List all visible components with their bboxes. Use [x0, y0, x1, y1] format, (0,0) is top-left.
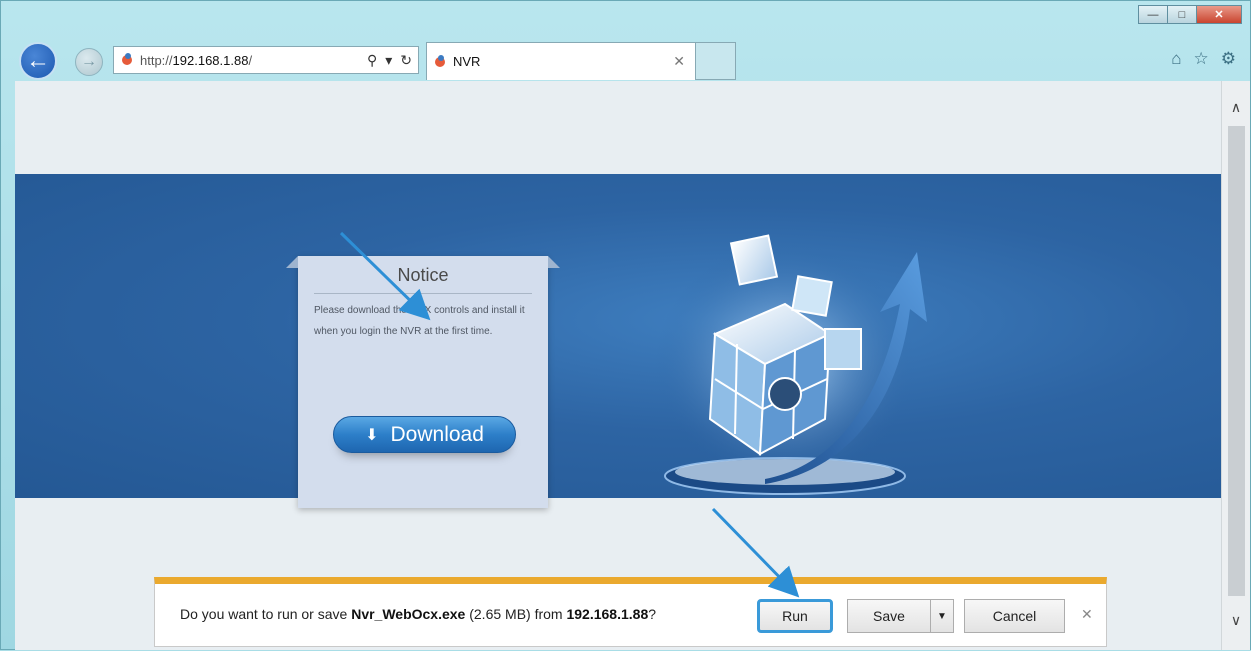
maximize-button[interactable]: □ [1167, 5, 1197, 24]
window-controls: — □ ✕ [1138, 5, 1242, 24]
address-bar[interactable]: http://192.168.1.88/ ⚲ ▾ ↻ [113, 46, 419, 74]
download-prompt: Do you want to run or save Nvr_WebOcx.ex… [180, 606, 656, 622]
back-icon: ← [26, 47, 50, 74]
prompt-end: ? [648, 606, 657, 622]
site-favicon [120, 53, 134, 67]
save-label: Save [873, 608, 905, 624]
file-name: Nvr_WebOcx.exe [351, 606, 466, 622]
back-button[interactable]: ← [19, 42, 57, 80]
tab-close-icon[interactable]: ✕ [673, 53, 685, 70]
download-icon: ⬇ [365, 426, 379, 444]
save-options-dropdown[interactable]: ▼ [930, 599, 954, 633]
save-button[interactable]: Save [847, 599, 931, 633]
url-host: 192.168.1.88 [172, 52, 249, 68]
browser-window: — □ ✕ ← → http://192.168.1.88/ ⚲ ▾ ↻ NVR… [0, 0, 1251, 650]
tab-favicon [433, 54, 447, 69]
minimize-button[interactable]: — [1138, 5, 1168, 24]
download-label: Download [390, 422, 484, 446]
search-dropdown-icon[interactable]: ▾ [385, 52, 392, 69]
prompt-start: Do you want to run or save [180, 606, 352, 622]
toolbar-icons: ⌂ ☆ ⚙ [1171, 49, 1236, 69]
home-icon[interactable]: ⌂ [1171, 49, 1181, 69]
new-tab-button[interactable] [696, 42, 736, 80]
favorites-icon[interactable]: ☆ [1194, 49, 1209, 69]
scroll-down-icon[interactable]: ∨ [1222, 608, 1250, 632]
scroll-thumb[interactable] [1228, 126, 1245, 596]
notice-panel: Notice Please download the OCX controls … [286, 256, 560, 508]
search-icon[interactable]: ⚲ [367, 52, 377, 69]
notice-title: Notice [397, 265, 449, 285]
cube-illustration [655, 234, 927, 495]
page-viewport: Notice Please download the OCX controls … [15, 81, 1221, 650]
notice-text: Please download the OCX controls and ins… [314, 305, 525, 337]
download-notification-bar: Do you want to run or save Nvr_WebOcx.ex… [154, 577, 1107, 647]
url-tail: / [248, 52, 253, 68]
tab-title: NVR [453, 54, 481, 69]
refresh-icon[interactable]: ↻ [400, 52, 412, 69]
settings-icon[interactable]: ⚙ [1221, 49, 1236, 69]
source-host: 192.168.1.88 [566, 606, 649, 622]
url-prefix: http:// [140, 52, 173, 68]
download-button[interactable]: ⬇ Download [333, 416, 516, 453]
forward-icon: → [81, 53, 97, 70]
forward-button[interactable]: → [75, 48, 103, 76]
address-actions: ⚲ ▾ ↻ [367, 52, 418, 69]
scroll-up-icon[interactable]: ∧ [1222, 95, 1250, 119]
chevron-down-icon: ▼ [937, 610, 947, 622]
vertical-scrollbar[interactable]: ∧ ∨ [1221, 81, 1250, 650]
run-label: Run [782, 608, 808, 624]
cancel-label: Cancel [992, 608, 1037, 624]
run-button[interactable]: Run [757, 599, 833, 633]
close-icon[interactable]: ✕ [1081, 606, 1093, 623]
file-size: (2.65 MB) from [465, 606, 567, 622]
close-window-button[interactable]: ✕ [1196, 5, 1242, 24]
cancel-button[interactable]: Cancel [964, 599, 1065, 633]
tab-nvr[interactable]: NVR ✕ [426, 42, 696, 80]
hero-banner: Notice Please download the OCX controls … [15, 174, 1221, 508]
